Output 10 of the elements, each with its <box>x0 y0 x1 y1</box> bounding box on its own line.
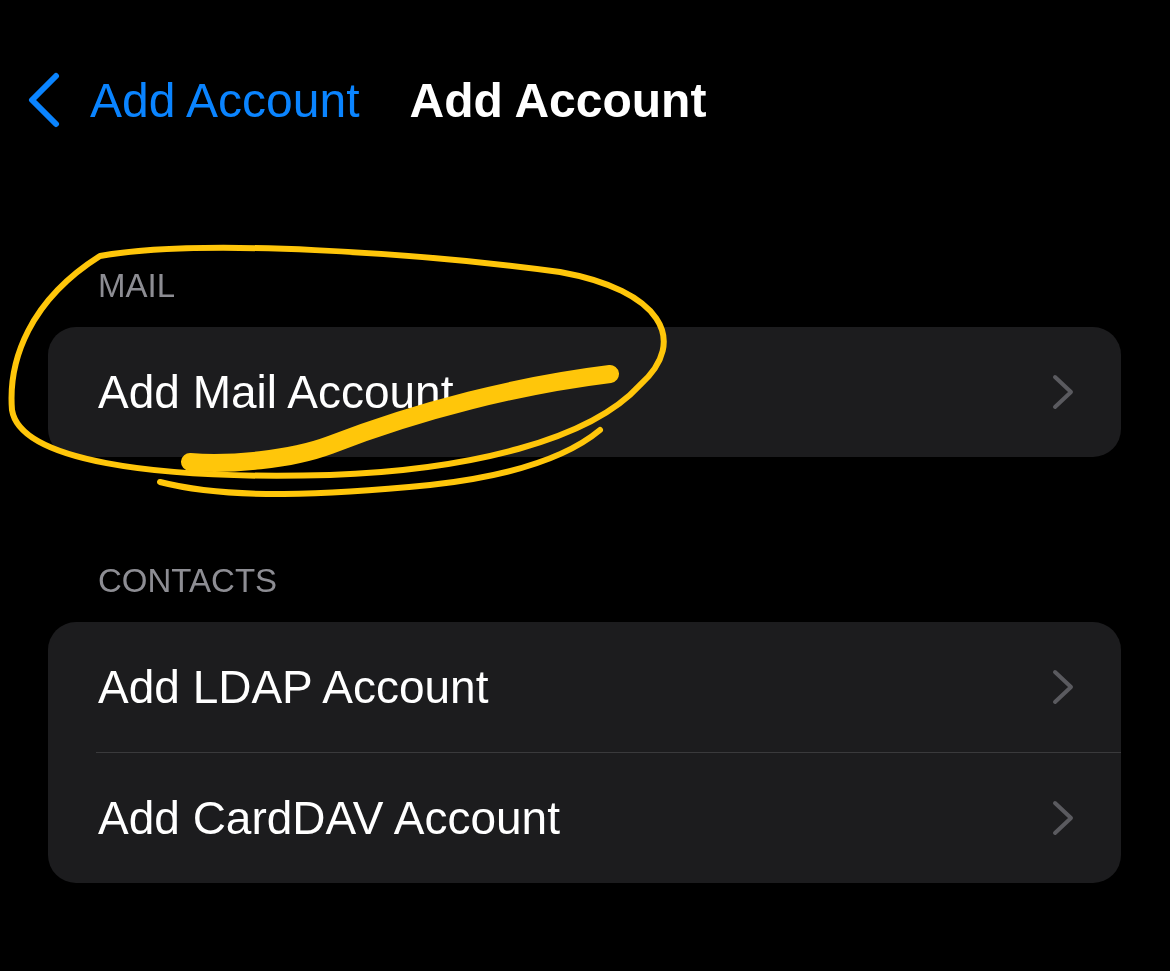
back-chevron-icon <box>26 72 60 128</box>
page-title: Add Account <box>409 72 707 128</box>
chevron-icon <box>1051 373 1075 411</box>
section-header: MAIL <box>97 267 177 306</box>
chevron-icon <box>1051 799 1075 837</box>
chevron-icon <box>1051 668 1075 706</box>
back-button[interactable]: Add Account <box>26 72 360 128</box>
list-row[interactable]: Add LDAP Account <box>48 622 1121 752</box>
list-row[interactable]: Add CardDAV Account <box>96 752 1121 883</box>
section-header: CONTACTS <box>97 562 279 601</box>
